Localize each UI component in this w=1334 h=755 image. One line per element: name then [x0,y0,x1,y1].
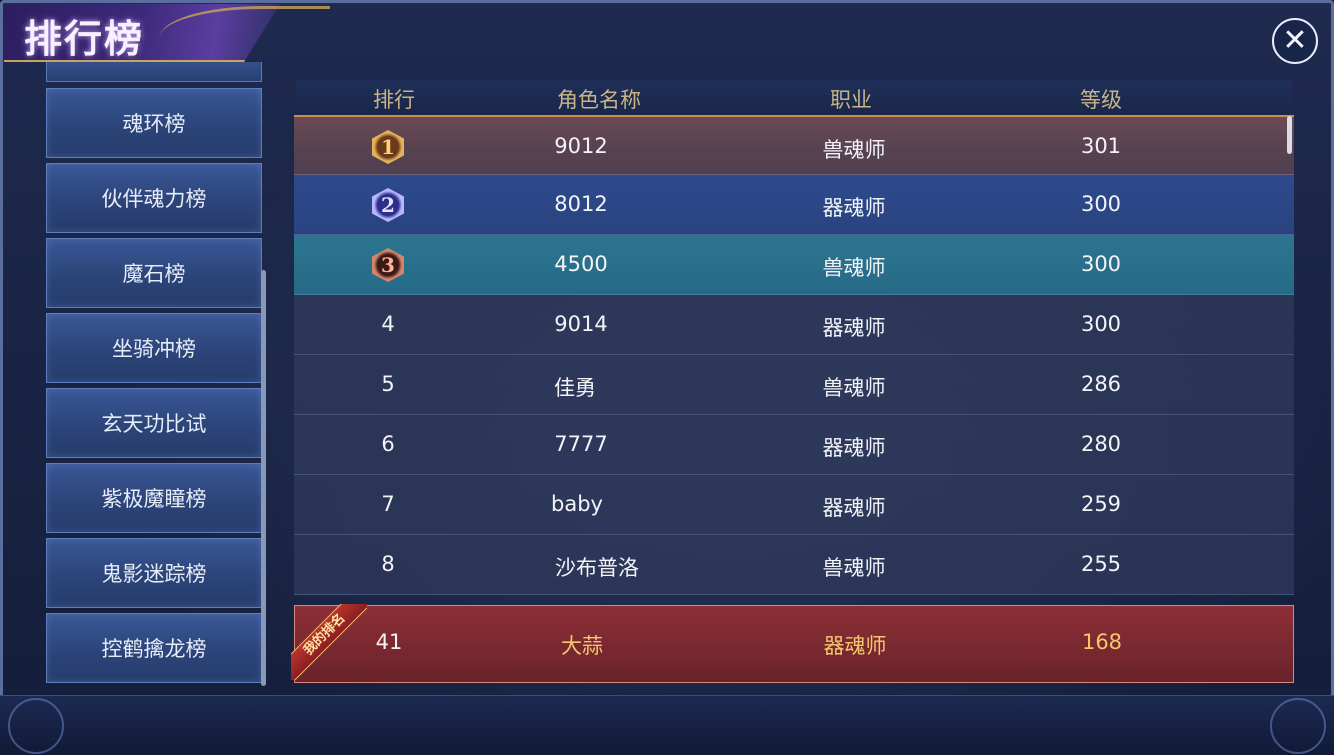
player-level: 286 [1080,372,1122,396]
sidebar-item-mount[interactable]: 坐骑冲榜 [46,313,262,383]
ranking-list-scrollbar[interactable] [1287,116,1292,154]
sidebar-item-label: 控鹤擒龙榜 [101,637,207,661]
player-level: 280 [1080,432,1122,456]
player-level: 300 [1080,192,1122,216]
close-button[interactable]: ✕ [1272,18,1318,64]
player-level: 255 [1080,552,1122,576]
sidebar-item-label: 紫极魔瞳榜 [101,487,207,511]
table-row[interactable]: 3 4500 兽魂师 300 [294,235,1294,295]
rank-number: 3 [381,253,395,277]
sidebar-scrollbar[interactable] [261,270,266,686]
player-name: 9012 [554,134,608,158]
table-row[interactable]: 7 baby 器魂师 259 [294,475,1294,535]
close-icon: ✕ [1282,23,1308,58]
sidebar-item-label: 魂环榜 [122,112,186,136]
rank-number: 4 [381,312,395,336]
player-class: 兽魂师 [822,138,886,162]
my-rank-name: 大蒜 [561,634,603,658]
header-name: 角色名称 [557,88,641,112]
gold-medal-icon: 1 [372,130,404,164]
player-level: 301 [1080,134,1122,158]
table-row[interactable]: 8 沙布普洛 兽魂师 255 [294,535,1294,595]
sidebar-item-soul-ring[interactable]: 魂环榜 [46,88,262,158]
corner-ornament-right [1270,698,1326,754]
sidebar-item-crane-dragon[interactable]: 控鹤擒龙榜 [46,613,262,683]
rank-number: 7 [381,492,395,516]
rank-number: 6 [381,432,395,456]
player-class: 器魂师 [822,196,886,220]
table-row[interactable]: 6 7777 器魂师 280 [294,415,1294,475]
bronze-medal-icon: 3 [372,248,404,282]
my-rank-row: 我的排名 41 大蒜 器魂师 168 [291,604,1294,683]
sidebar-item-label: 坐骑冲榜 [112,337,196,361]
sidebar-item-ghost-shadow[interactable]: 鬼影迷踪榜 [46,538,262,608]
rank-number: 8 [381,552,395,576]
table-row[interactable]: 1 9012 兽魂师 301 [294,115,1294,175]
ranking-list[interactable]: 1 9012 兽魂师 301 2 8012 器魂师 300 3 4500 兽魂师… [294,115,1294,595]
player-name: 佳勇 [554,376,596,400]
rank-number: 5 [381,372,395,396]
player-class: 兽魂师 [822,556,886,580]
window-bottom-border [0,695,1334,755]
player-name: 8012 [554,192,608,216]
header-rank: 排行 [373,88,415,112]
sidebar-item-purple-eye[interactable]: 紫极魔瞳榜 [46,463,262,533]
sidebar-item-label: 玄天功比试 [101,412,207,436]
table-row[interactable]: 4 9014 器魂师 300 [294,295,1294,355]
my-rank-class: 器魂师 [823,634,887,658]
player-name: 9014 [554,312,608,336]
my-rank-number: 41 [375,630,403,654]
header-level: 等级 [1080,88,1122,112]
rank-number: 1 [381,135,395,159]
page-title: 排行榜 [24,16,145,61]
player-class: 兽魂师 [822,256,886,280]
my-rank-ribbon: 我的排名 [291,604,367,680]
my-rank-ribbon-label: 我的排名 [291,604,367,680]
sidebar-item-magic-stone[interactable]: 魔石榜 [46,238,262,308]
sidebar-item-label: 魔石榜 [122,262,186,286]
header-class: 职业 [830,88,872,112]
sidebar-item-label: 伙伴魂力榜 [101,187,207,211]
sidebar-item-partner-power[interactable]: 伙伴魂力榜 [46,163,262,233]
player-class: 兽魂师 [822,376,886,400]
silver-medal-icon: 2 [372,188,404,222]
player-name: 4500 [554,252,608,276]
player-name: 7777 [554,432,608,456]
table-row[interactable]: 5 佳勇 兽魂师 286 [294,355,1294,415]
my-rank-level: 168 [1081,630,1123,654]
table-header: 排行 角色名称 职业 等级 [296,80,1292,114]
player-class: 器魂师 [822,496,886,520]
player-level: 300 [1080,252,1122,276]
sidebar-item-label: 鬼影迷踪榜 [101,562,207,586]
player-level: 259 [1080,492,1122,516]
rank-number: 2 [381,193,395,217]
table-row[interactable]: 2 8012 器魂师 300 [294,175,1294,235]
sidebar-item-xuantian[interactable]: 玄天功比试 [46,388,262,458]
corner-ornament-left [8,698,64,754]
player-level: 300 [1080,312,1122,336]
sidebar: 魂环榜 伙伴魂力榜 魔石榜 坐骑冲榜 玄天功比试 紫极魔瞳榜 鬼影迷踪榜 控鹤擒… [44,62,266,686]
sidebar-item-partial[interactable] [46,62,262,82]
player-class: 器魂师 [822,316,886,340]
player-name: 沙布普洛 [555,556,639,580]
player-class: 器魂师 [822,436,886,460]
player-name: baby [551,492,603,516]
